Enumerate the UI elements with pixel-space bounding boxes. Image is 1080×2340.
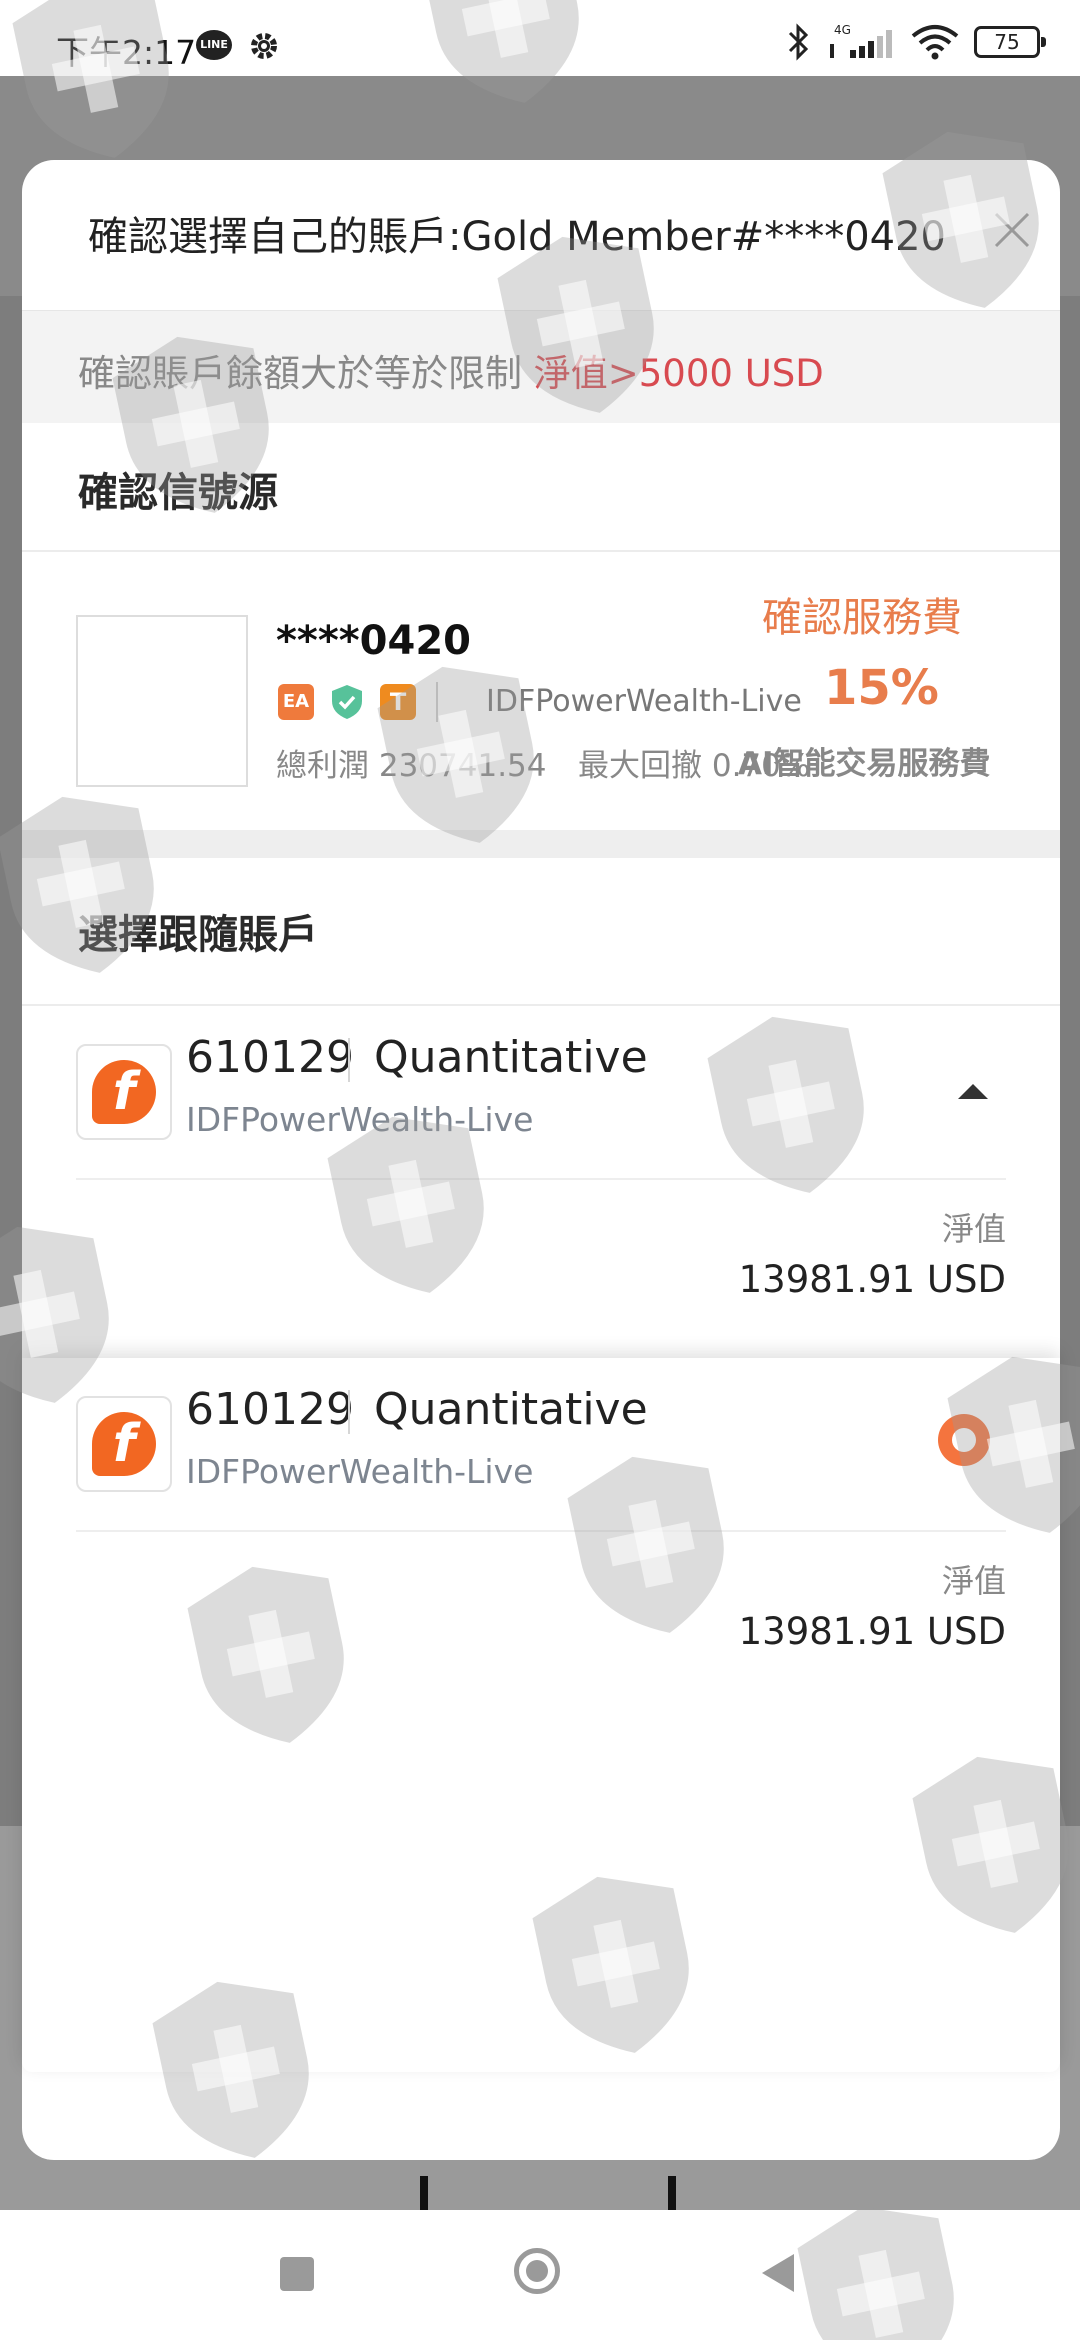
- wifi-icon: [911, 25, 959, 60]
- fee-label: 確認服務費: [762, 595, 962, 641]
- signal-name: ****0420: [276, 618, 471, 664]
- account-logo: f: [76, 1396, 172, 1492]
- tag-separator: [436, 682, 438, 722]
- signal-tags: EA T: [278, 682, 438, 722]
- status-bar: 下午2:17 LINE 4G 75: [0, 0, 1080, 76]
- equity-label: 淨值: [941, 1210, 1006, 1248]
- follow-section-title: 選擇跟隨賬戶: [78, 912, 318, 958]
- balance-limit-text: 確認賬戶餘額大於等於限制 淨值>5000 USD: [78, 343, 824, 397]
- account-id: 610129: [186, 1032, 354, 1083]
- limit-value: 淨值>5000 USD: [533, 352, 824, 395]
- equity-value: 13981.91 USD: [738, 1610, 1006, 1653]
- divider: [22, 550, 1060, 552]
- back-button[interactable]: [762, 2254, 794, 2292]
- shield-check-icon: [332, 685, 362, 719]
- account-divider: [76, 1530, 1006, 1532]
- network-type: 4G: [834, 23, 851, 37]
- recents-button[interactable]: [280, 2257, 314, 2291]
- signal-total-profit: 總利潤 230741.54: [276, 748, 547, 784]
- radio-selected-icon[interactable]: [938, 1414, 990, 1466]
- status-time: 下午2:17: [56, 33, 197, 72]
- status-icons: 4G 75: [786, 22, 1046, 62]
- navigation-bar: [0, 2210, 1080, 2340]
- tag-t: T: [380, 684, 416, 720]
- account-type: Quantitative: [374, 1384, 648, 1435]
- gear-icon: [251, 33, 277, 59]
- balance-limit-bar: 確認賬戶餘額大於等於限制 淨值>5000 USD: [22, 310, 1060, 423]
- signal-icon: 4G: [830, 23, 892, 58]
- account-logo: f: [76, 1044, 172, 1140]
- line-icon: LINE: [196, 30, 232, 60]
- account-separator: [348, 1390, 350, 1434]
- equity-value: 13981.91 USD: [738, 1258, 1006, 1301]
- equity-label: 淨值: [941, 1562, 1006, 1600]
- account-id: 610129: [186, 1384, 354, 1435]
- signal-section-title: 確認信號源: [78, 470, 278, 516]
- tag-ea: EA: [278, 684, 314, 720]
- fee-description: AI智能交易服務費: [738, 746, 991, 782]
- close-icon[interactable]: [984, 202, 1040, 258]
- section-band: [22, 830, 1060, 858]
- account-select-popup: f 610129 Quantitative IDFPowerWealth-Liv…: [22, 1358, 1060, 2072]
- account-server: IDFPowerWealth-Live: [186, 1100, 534, 1139]
- bluetooth-icon: [788, 23, 809, 61]
- divider: [22, 1004, 1060, 1006]
- home-button[interactable]: [514, 2248, 560, 2294]
- account-divider: [76, 1178, 1006, 1180]
- caret-up-icon[interactable]: [958, 1084, 988, 1099]
- account-type: Quantitative: [374, 1032, 648, 1083]
- dialog-title: 確認選擇自己的賬戶:Gold Member#****0420: [88, 214, 947, 260]
- fee-value: 15%: [824, 660, 939, 716]
- signal-avatar: [76, 615, 248, 787]
- account-server: IDFPowerWealth-Live: [186, 1452, 534, 1491]
- account-separator: [348, 1038, 350, 1082]
- battery-indicator: 75: [974, 26, 1046, 58]
- signal-server: IDFPowerWealth-Live: [486, 684, 802, 719]
- limit-label: 確認賬戶餘額大於等於限制: [78, 352, 522, 395]
